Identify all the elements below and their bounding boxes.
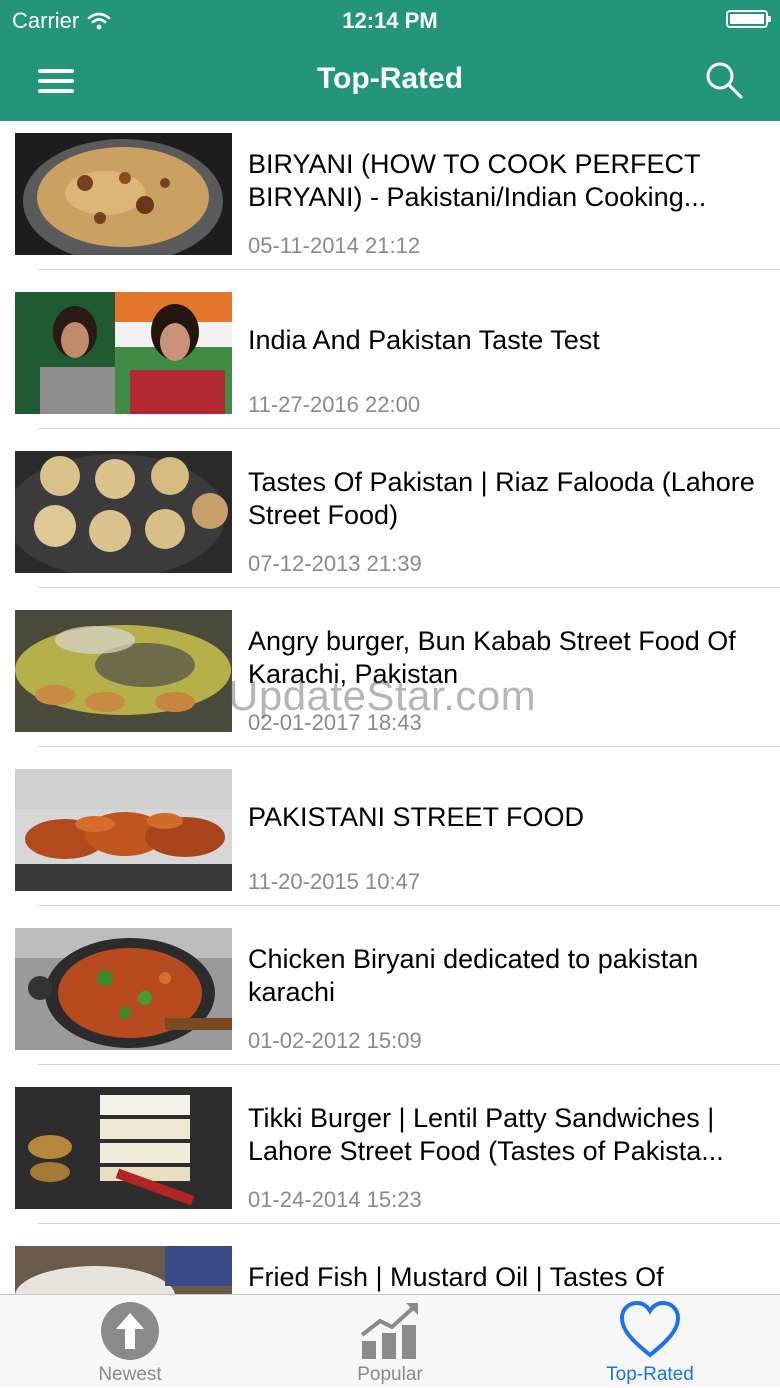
video-thumbnail	[15, 610, 232, 732]
video-thumbnail	[15, 451, 232, 573]
video-title: Tikki Burger | Lentil Patty Sandwiches |…	[248, 1103, 724, 1166]
up-arrow-circle-icon	[101, 1302, 159, 1360]
battery-icon	[726, 10, 771, 28]
video-date: 07-12-2013 21:39	[248, 551, 422, 576]
video-list: BIRYANI (HOW TO COOK PERFECT BIRYANI) - …	[0, 121, 780, 1294]
navigation-bar: Top-Rated	[0, 40, 780, 121]
video-list-item[interactable]: Tikki Burger | Lentil Patty Sandwiches |…	[0, 1075, 780, 1234]
bar-chart-trend-icon	[360, 1303, 418, 1359]
video-title: Tastes Of Pakistan | Riaz Falooda (Lahor…	[248, 467, 755, 530]
video-thumbnail	[15, 928, 232, 1050]
video-title: BIRYANI (HOW TO COOK PERFECT BIRYANI) - …	[248, 149, 707, 212]
video-title: Chicken Biryani dedicated to pakistan ka…	[248, 944, 699, 1007]
video-date: 01-02-2012 15:09	[248, 1028, 422, 1053]
tab-popular[interactable]: Popular	[260, 1295, 520, 1388]
video-thumbnail	[15, 133, 232, 255]
video-date: 01-24-2014 15:23	[248, 1187, 422, 1212]
video-title: Fried Fish | Mustard Oil | Tastes Of	[248, 1262, 664, 1292]
video-list-item[interactable]: Angry burger, Bun Kabab Street Food Of K…	[0, 598, 780, 757]
heart-icon	[620, 1301, 680, 1358]
search-icon[interactable]	[704, 60, 744, 100]
row-divider	[38, 587, 780, 588]
tab-label: Newest	[98, 1364, 162, 1385]
row-divider	[38, 1064, 780, 1065]
tab-bar: Newest Popular Top-Rated	[0, 1294, 780, 1387]
row-divider	[38, 269, 780, 270]
video-thumbnail	[15, 1246, 232, 1294]
video-title: India And Pakistan Taste Test	[248, 325, 600, 355]
video-date: 11-20-2015 10:47	[248, 869, 421, 894]
video-date: 02-01-2017 18:43	[248, 710, 422, 735]
clock: 12:14 PM	[342, 8, 438, 33]
row-divider	[38, 1223, 780, 1224]
video-title: PAKISTANI STREET FOOD	[248, 802, 585, 832]
video-title: Angry burger, Bun Kabab Street Food Of K…	[248, 626, 736, 689]
video-thumbnail	[15, 1087, 232, 1209]
row-divider	[38, 428, 780, 429]
video-thumbnail	[15, 292, 232, 414]
video-list-item[interactable]: PAKISTANI STREET FOOD 11-20-2015 10:47	[0, 757, 780, 916]
video-list-item[interactable]: Fried Fish | Mustard Oil | Tastes Of	[0, 1234, 780, 1294]
tab-label: Top-Rated	[606, 1364, 694, 1385]
tab-top-rated[interactable]: Top-Rated	[520, 1295, 780, 1388]
status-bar: Carrier 12:14 PM	[0, 0, 780, 40]
video-list-item[interactable]: Chicken Biryani dedicated to pakistan ka…	[0, 916, 780, 1075]
video-date: 11-27-2016 22:00	[248, 392, 421, 417]
row-divider	[38, 905, 780, 906]
tab-newest[interactable]: Newest	[0, 1295, 260, 1388]
tab-label: Popular	[357, 1364, 423, 1385]
video-list-item[interactable]: BIRYANI (HOW TO COOK PERFECT BIRYANI) - …	[0, 121, 780, 280]
video-list-item[interactable]: Tastes Of Pakistan | Riaz Falooda (Lahor…	[0, 439, 780, 598]
page-title: Top-Rated	[316, 62, 464, 95]
row-divider	[38, 746, 780, 747]
video-list-item[interactable]: India And Pakistan Taste Test 11-27-2016…	[0, 280, 780, 439]
video-date: 05-11-2014 21:12	[248, 233, 421, 258]
video-thumbnail	[15, 769, 232, 891]
